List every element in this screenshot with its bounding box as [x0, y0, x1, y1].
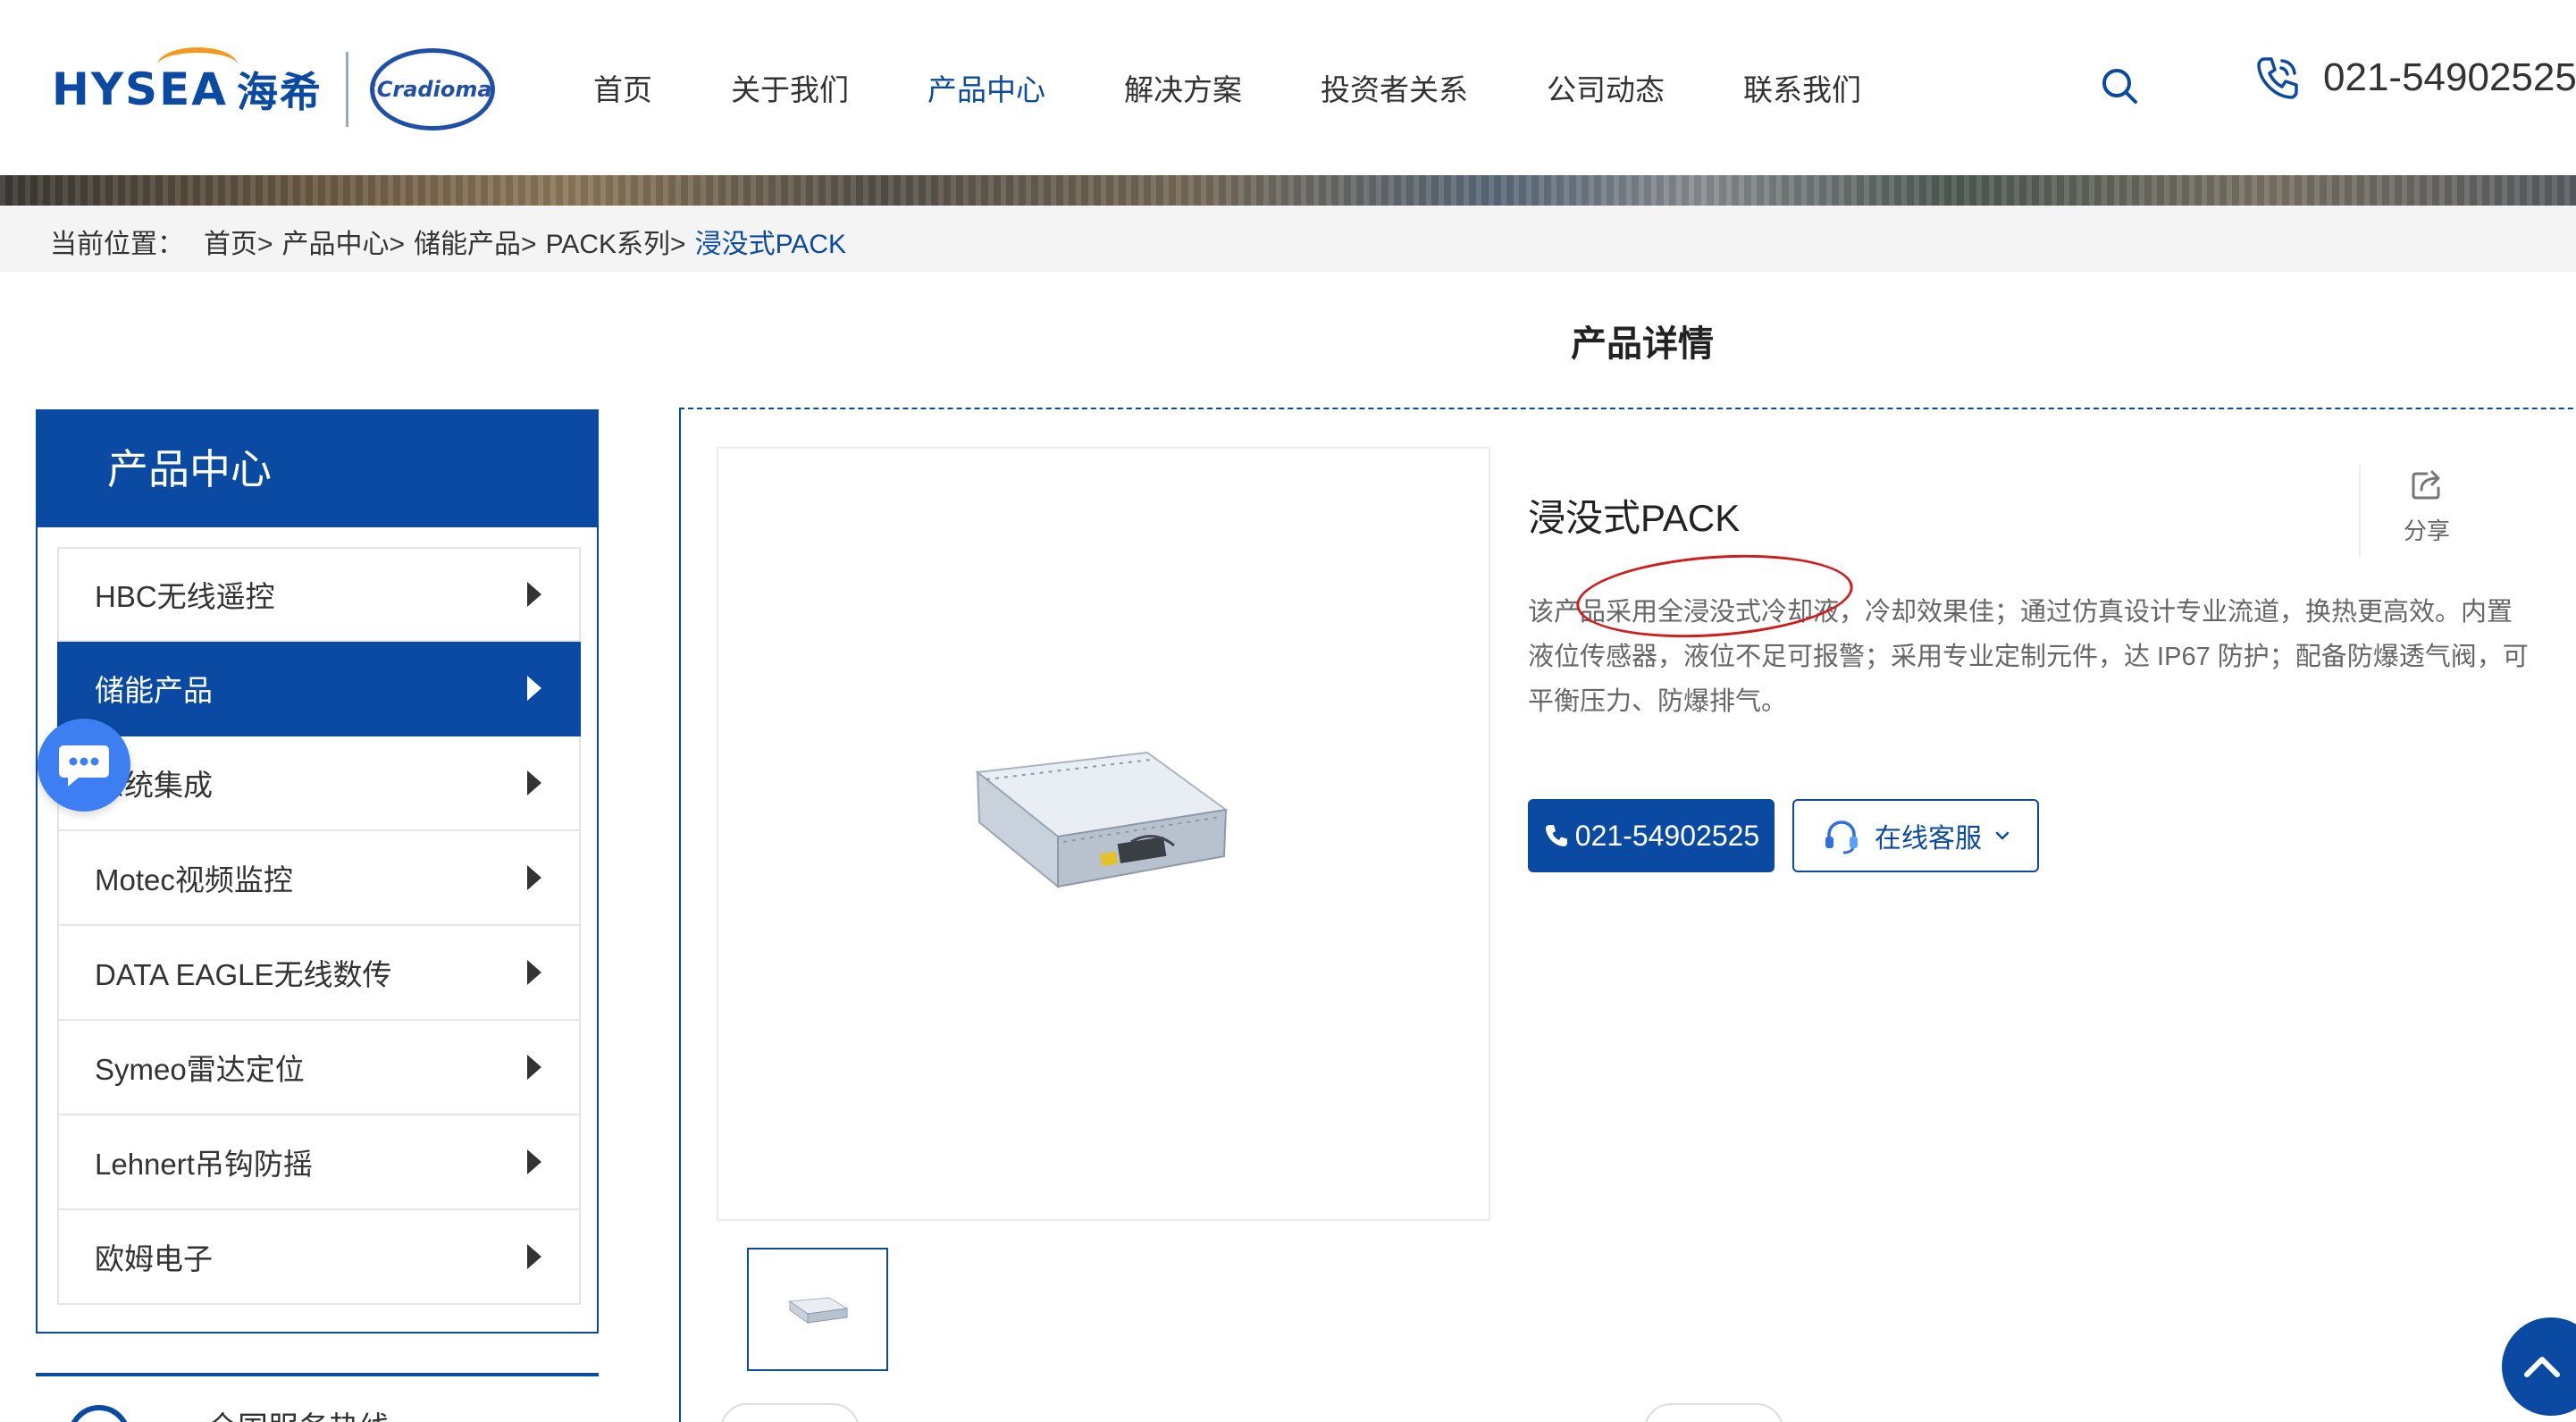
online-service-button[interactable]: 在线客服 — [1792, 799, 2039, 872]
headset-icon — [1825, 820, 1858, 854]
chevron-up-icon — [2524, 1357, 2560, 1377]
hotline-icon — [68, 1405, 130, 1422]
sidebar-item-1[interactable]: 储能产品 — [57, 642, 581, 736]
sidebar-item-2[interactable]: 系统集成 — [57, 736, 581, 831]
nav-item-2[interactable]: 产品中心 — [927, 66, 1045, 109]
sidebar-item-4[interactable]: DATA EAGLE无线数传 — [57, 926, 581, 1021]
share-label: 分享 — [2403, 517, 2450, 544]
breadcrumb-link-pack-series[interactable]: PACK系列> — [546, 222, 686, 261]
main-nav: 首页 关于我们 产品中心 解决方案 投资者关系 公司动态 联系我们 — [593, 63, 1940, 113]
nav-item-3[interactable]: 解决方案 — [1124, 66, 1242, 109]
product-thumbnail[interactable] — [747, 1248, 888, 1371]
nav-item-4[interactable]: 投资者关系 — [1321, 66, 1468, 109]
breadcrumb-bar: 当前位置： 首页> 产品中心> 储能产品> PACK系列> 浸没式PACK — [0, 206, 2576, 272]
sidebar-item-label: Symeo雷达定位 — [95, 1053, 305, 1086]
breadcrumb-link-products[interactable]: 产品中心> — [282, 222, 406, 261]
sidebar-item-label: DATA EAGLE无线数传 — [95, 958, 392, 991]
sidebar-title: 产品中心 — [38, 411, 597, 527]
hbc-logo: HBCradiomatic — [369, 48, 495, 130]
chevron-down-icon — [1995, 831, 2010, 840]
triangle-right-icon — [527, 1149, 541, 1174]
nav-item-5[interactable]: 公司动态 — [1547, 66, 1665, 109]
share-button[interactable]: 分享 — [2359, 465, 2493, 558]
sidebar-item-label: HBC无线遥控 — [95, 580, 275, 613]
sidebar-item-7[interactable]: 欧姆电子 — [57, 1210, 581, 1305]
triangle-right-icon — [527, 582, 541, 607]
breadcrumb-link-home[interactable]: 首页> — [204, 222, 273, 261]
triangle-right-icon — [527, 1244, 541, 1269]
product-title: 浸没式PACK — [1528, 497, 1741, 539]
site-logo[interactable]: HYSEA 海希 HBCradiomatic — [52, 45, 495, 134]
site-header: HYSEA 海希 HBCradiomatic 首页 关于我们 产品中心 解决方案 投资者… — [0, 0, 2576, 175]
hysea-logo-cn: 海希 — [236, 68, 323, 116]
breadcrumb-prefix: 当前位置： — [50, 230, 184, 259]
logo-arc — [157, 47, 238, 83]
phone-icon — [1545, 825, 1567, 846]
call-phone-button[interactable]: 021-54902525 — [1528, 799, 1775, 872]
breadcrumb: 当前位置： 首页> 产品中心> 储能产品> PACK系列> 浸没式PACK — [50, 222, 846, 261]
header-phone[interactable]: 021-54902525 — [2252, 52, 2576, 104]
triangle-right-icon — [527, 1055, 541, 1080]
next-product-button[interactable] — [1644, 1403, 1783, 1422]
sidebar: 产品中心 HBC无线遥控 储能产品系统集成 Motec视频监控 DATA EAGLE无… — [36, 409, 599, 1334]
prev-product-button[interactable] — [720, 1403, 860, 1422]
sidebar-item-label: 储能产品 — [95, 674, 213, 707]
sidebar-item-0[interactable]: HBC无线遥控 — [57, 547, 581, 642]
nav-item-0[interactable]: 首页 — [593, 66, 652, 109]
product-main-image[interactable] — [717, 447, 1490, 1221]
banner-image — [0, 175, 2576, 206]
battery-pack-thumbnail — [788, 1297, 849, 1324]
chat-button[interactable] — [38, 719, 130, 812]
triangle-right-icon — [527, 770, 541, 795]
chat-icon — [59, 745, 109, 787]
triangle-right-icon — [527, 960, 541, 985]
online-service-label: 在线客服 — [1875, 824, 1982, 854]
page-title: 产品详情 — [1571, 324, 1714, 364]
breadcrumb-current: 浸没式PACK — [694, 230, 847, 259]
sidebar-item-6[interactable]: Lehnert吊钩防摇 — [57, 1115, 581, 1210]
nav-item-6[interactable]: 联系我们 — [1743, 66, 1861, 109]
search-icon — [2102, 69, 2137, 104]
triangle-right-icon — [527, 865, 541, 890]
breadcrumb-link-energy-storage[interactable]: 储能产品> — [414, 222, 537, 261]
sidebar-list: HBC无线遥控 储能产品系统集成 Motec视频监控 DATA EAGLE无线数传 Sy… — [57, 547, 581, 1305]
hysea-logo: HYSEA 海希 — [52, 47, 323, 119]
call-phone-label: 021-54902525 — [1574, 819, 1760, 852]
header-phone-number: 021-54902525 — [2323, 55, 2576, 99]
sidebar-item-label: Lehnert吊钩防摇 — [95, 1148, 313, 1181]
nav-item-1[interactable]: 关于我们 — [731, 66, 849, 109]
battery-pack-image — [975, 751, 1229, 889]
logo-divider — [345, 52, 348, 127]
sidebar-item-label: 欧姆电子 — [95, 1242, 213, 1275]
search-button[interactable] — [2100, 66, 2139, 105]
sidebar-item-3[interactable]: Motec视频监控 — [57, 831, 581, 926]
sidebar-item-5[interactable]: Symeo雷达定位 — [57, 1021, 581, 1115]
triangle-right-icon — [527, 676, 541, 701]
hotline-divider — [36, 1373, 599, 1376]
share-icon — [2412, 470, 2440, 500]
phone-icon — [2257, 57, 2298, 99]
hotline-label: 全国服务热线 — [207, 1403, 390, 1422]
hbc-logo-text: HBCradiomatic — [374, 77, 492, 102]
sidebar-item-label: Motec视频监控 — [95, 863, 293, 896]
